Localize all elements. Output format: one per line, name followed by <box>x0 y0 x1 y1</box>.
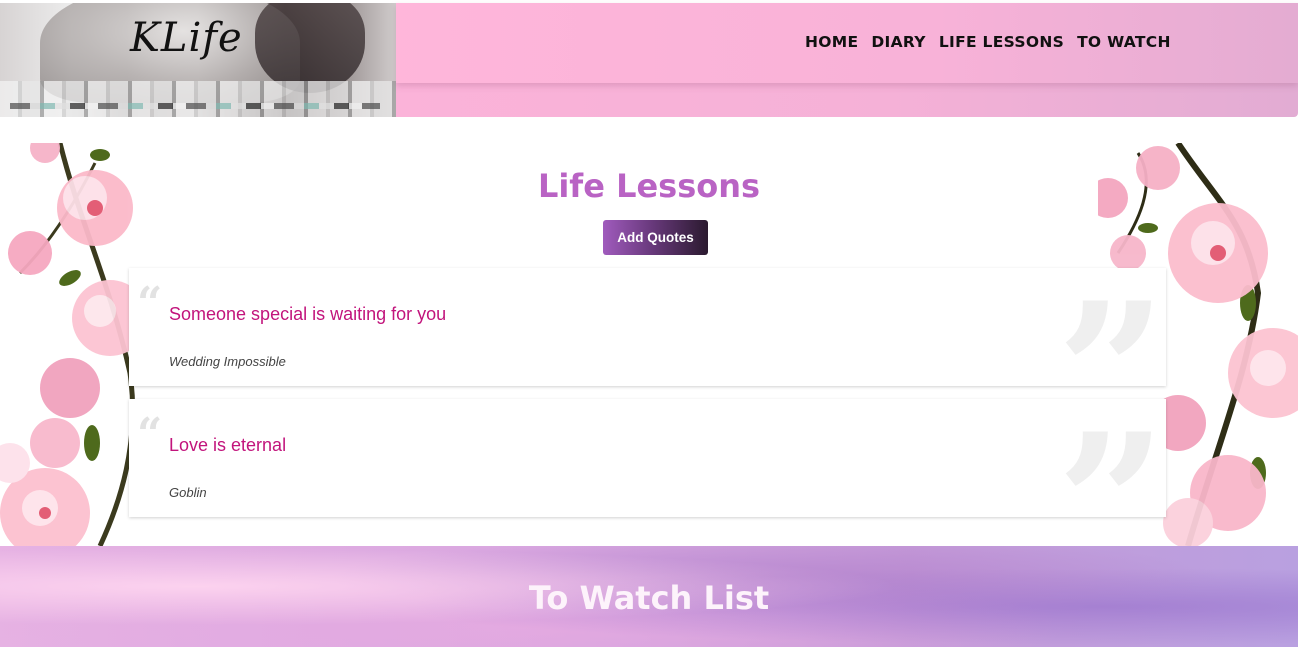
open-quote-icon: “ <box>137 409 163 460</box>
nav-life-lessons[interactable]: LIFE LESSONS <box>939 33 1064 51</box>
quote-source: Goblin <box>169 485 207 500</box>
photo-figure-hair <box>255 3 365 93</box>
open-quote-icon: “ <box>137 278 163 329</box>
nav-home[interactable]: HOME <box>805 33 858 51</box>
main-nav: HOME DIARY LIFE LESSONS TO WATCH <box>805 33 1171 51</box>
quote-card: “ ” Love is eternal Goblin <box>129 399 1166 546</box>
section-title: Life Lessons <box>537 167 761 205</box>
site-logo[interactable]: KLife <box>130 15 243 61</box>
quote-text: Someone special is waiting for you <box>169 304 447 324</box>
quote-text: Love is eternal <box>169 435 287 455</box>
to-watch-section: To Watch List <box>0 546 1298 647</box>
nav-to-watch[interactable]: TO WATCH <box>1077 33 1171 51</box>
photo-desk-items <box>10 103 380 109</box>
close-quote-icon: ” <box>1056 392 1166 547</box>
add-quotes-button[interactable]: Add Quotes <box>603 220 708 255</box>
watch-section-title: To Watch List <box>528 579 770 617</box>
photo-desk-strip <box>0 81 396 117</box>
life-lessons-section: Life Lessons Add Quotes “ ” Someone spec… <box>0 143 1298 546</box>
site-header: KLife <box>0 3 1298 117</box>
quote-source: Wedding Impossible <box>169 354 286 369</box>
header-photo: KLife <box>0 3 396 117</box>
nav-diary[interactable]: DIARY <box>871 33 925 51</box>
quote-card: “ ” Someone special is waiting for you W… <box>129 268 1166 468</box>
